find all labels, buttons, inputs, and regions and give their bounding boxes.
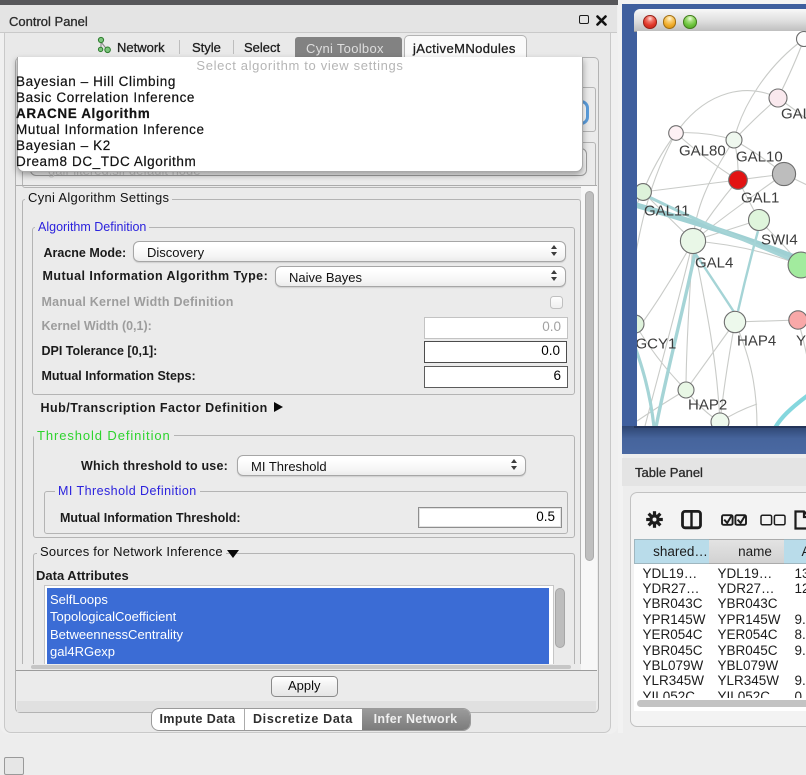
svg-text:GAL4: GAL4: [695, 255, 733, 272]
svg-text:GAL8: GAL8: [781, 106, 806, 123]
svg-text:HAP2: HAP2: [688, 397, 727, 414]
svg-text:GAL10: GAL10: [736, 149, 783, 166]
svg-text:SWI4: SWI4: [761, 232, 798, 249]
svg-text:GAL1: GAL1: [741, 190, 779, 207]
svg-text:GCY1: GCY1: [637, 336, 676, 353]
svg-text:HAP4: HAP4: [737, 333, 776, 350]
svg-text:Y: Y: [796, 333, 806, 350]
svg-text:GAL80: GAL80: [679, 143, 726, 160]
svg-text:GAL11: GAL11: [644, 203, 690, 220]
